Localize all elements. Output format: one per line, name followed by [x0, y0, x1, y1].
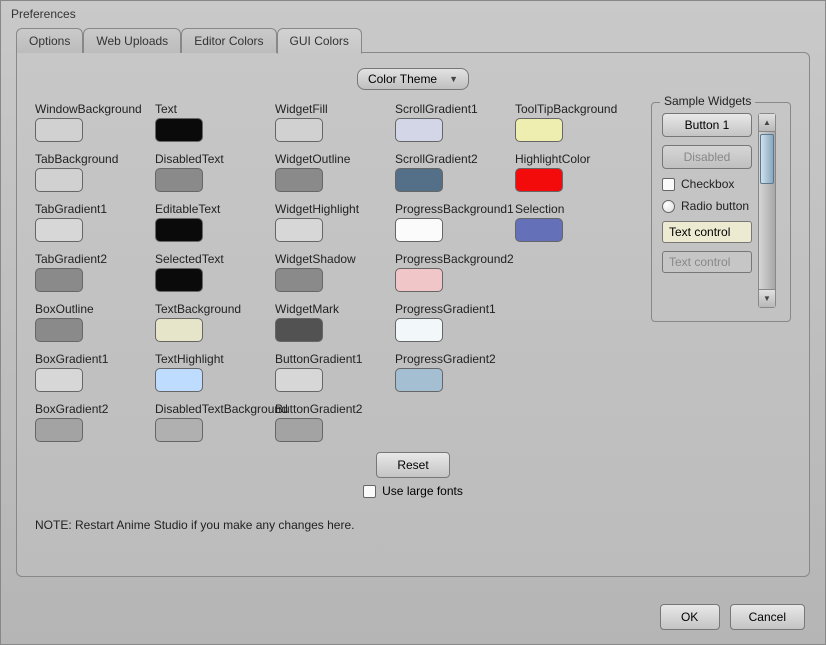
sample-radio[interactable]: Radio button — [662, 199, 752, 213]
window-title: Preferences — [1, 1, 825, 27]
scroll-thumb[interactable] — [760, 134, 774, 184]
swatch-label: ToolTipBackground — [515, 102, 633, 116]
restart-note: NOTE: Restart Anime Studio if you make a… — [35, 518, 791, 532]
sample-disabled-button: Disabled — [662, 145, 752, 169]
preferences-window: Preferences Options Web Uploads Editor C… — [0, 0, 826, 645]
color-swatch-widgetmark[interactable] — [275, 318, 323, 342]
color-swatch-highlightcolor[interactable] — [515, 168, 563, 192]
swatch-label: WidgetHighlight — [275, 202, 393, 216]
sample-legend: Sample Widgets — [660, 94, 755, 108]
color-swatch-progressgradient2[interactable] — [395, 368, 443, 392]
sample-text-control[interactable]: Text control — [662, 221, 752, 243]
color-swatch-tabgradient2[interactable] — [35, 268, 83, 292]
color-swatch-buttongradient2[interactable] — [275, 418, 323, 442]
tab-options[interactable]: Options — [16, 28, 83, 53]
color-swatch-text[interactable] — [155, 118, 203, 142]
color-swatch-textbackground[interactable] — [155, 318, 203, 342]
reset-button[interactable]: Reset — [376, 452, 449, 478]
tab-web-uploads[interactable]: Web Uploads — [83, 28, 181, 53]
color-swatch-progressbackground2[interactable] — [395, 268, 443, 292]
swatch-label: TabBackground — [35, 152, 153, 166]
color-theme-dropdown[interactable]: Color Theme ▼ — [357, 68, 469, 90]
color-swatch-boxgradient1[interactable] — [35, 368, 83, 392]
swatch-label: WidgetShadow — [275, 252, 393, 266]
swatch-label: WidgetMark — [275, 302, 393, 316]
swatch-label: ScrollGradient2 — [395, 152, 513, 166]
color-swatch-tabgradient1[interactable] — [35, 218, 83, 242]
swatch-grid: WindowBackgroundTextWidgetFillScrollGrad… — [35, 102, 633, 448]
large-fonts-checkbox[interactable]: Use large fonts — [35, 484, 791, 498]
swatch-label: DisabledText — [155, 152, 273, 166]
swatch-label: TextBackground — [155, 302, 273, 316]
dropdown-label: Color Theme — [368, 72, 437, 86]
sample-checkbox[interactable]: Checkbox — [662, 177, 752, 191]
swatch-label: TabGradient1 — [35, 202, 153, 216]
tab-gui-colors[interactable]: GUI Colors — [277, 28, 362, 54]
tab-strip: Options Web Uploads Editor Colors GUI Co… — [16, 28, 810, 53]
scroll-down-icon[interactable]: ▼ — [759, 289, 775, 307]
swatch-label: BoxOutline — [35, 302, 153, 316]
swatch-label: Text — [155, 102, 273, 116]
sample-text-control-disabled: Text control — [662, 251, 752, 273]
color-swatch-tabbackground[interactable] — [35, 168, 83, 192]
color-swatch-scrollgradient2[interactable] — [395, 168, 443, 192]
cancel-button[interactable]: Cancel — [730, 604, 805, 630]
radio-circle-icon — [662, 200, 675, 213]
dialog-footer: OK Cancel — [660, 604, 805, 630]
checkbox-box-icon — [363, 485, 376, 498]
color-swatch-progressgradient1[interactable] — [395, 318, 443, 342]
tab-editor-colors[interactable]: Editor Colors — [181, 28, 276, 53]
color-swatch-widgetoutline[interactable] — [275, 168, 323, 192]
color-swatch-widgethighlight[interactable] — [275, 218, 323, 242]
swatch-label: ProgressGradient1 — [395, 302, 513, 316]
color-swatch-scrollgradient1[interactable] — [395, 118, 443, 142]
swatch-label: WindowBackground — [35, 102, 153, 116]
swatch-label: ProgressBackground2 — [395, 252, 513, 266]
color-swatch-disabledtextbackground[interactable] — [155, 418, 203, 442]
color-swatch-widgetfill[interactable] — [275, 118, 323, 142]
color-swatch-boxgradient2[interactable] — [35, 418, 83, 442]
color-swatch-buttongradient1[interactable] — [275, 368, 323, 392]
swatch-label: SelectedText — [155, 252, 273, 266]
sample-widgets-group: Sample Widgets Button 1 Disabled Checkbo… — [651, 102, 791, 322]
large-fonts-label: Use large fonts — [382, 484, 463, 498]
checkbox-label: Checkbox — [681, 177, 734, 191]
swatch-label: BoxGradient2 — [35, 402, 153, 416]
swatch-label: ProgressBackground1 — [395, 202, 513, 216]
color-swatch-texthighlight[interactable] — [155, 368, 203, 392]
swatch-label: ButtonGradient1 — [275, 352, 393, 366]
swatch-label: EditableText — [155, 202, 273, 216]
color-swatch-disabledtext[interactable] — [155, 168, 203, 192]
swatch-label: ScrollGradient1 — [395, 102, 513, 116]
sample-button-1[interactable]: Button 1 — [662, 113, 752, 137]
color-swatch-progressbackground1[interactable] — [395, 218, 443, 242]
swatch-label: TextHighlight — [155, 352, 273, 366]
swatch-label: TabGradient2 — [35, 252, 153, 266]
swatch-label: DisabledTextBackground — [155, 402, 273, 416]
swatch-label: WidgetOutline — [275, 152, 393, 166]
scroll-up-icon[interactable]: ▲ — [759, 114, 775, 132]
chevron-down-icon: ▼ — [449, 74, 458, 84]
swatch-label: ButtonGradient2 — [275, 402, 393, 416]
color-swatch-boxoutline[interactable] — [35, 318, 83, 342]
swatch-label: WidgetFill — [275, 102, 393, 116]
color-swatch-widgetshadow[interactable] — [275, 268, 323, 292]
radio-label: Radio button — [681, 199, 749, 213]
color-swatch-tooltipbackground[interactable] — [515, 118, 563, 142]
swatch-label: HighlightColor — [515, 152, 633, 166]
color-swatch-selection[interactable] — [515, 218, 563, 242]
swatch-label: BoxGradient1 — [35, 352, 153, 366]
swatch-label: ProgressGradient2 — [395, 352, 513, 366]
color-swatch-windowbackground[interactable] — [35, 118, 83, 142]
ok-button[interactable]: OK — [660, 604, 720, 630]
checkbox-box-icon — [662, 178, 675, 191]
sample-scrollbar[interactable]: ▲ ▼ — [758, 113, 776, 308]
swatch-label: Selection — [515, 202, 633, 216]
color-swatch-selectedtext[interactable] — [155, 268, 203, 292]
tab-panel: Color Theme ▼ WindowBackgroundTextWidget… — [16, 52, 810, 577]
color-swatch-editabletext[interactable] — [155, 218, 203, 242]
